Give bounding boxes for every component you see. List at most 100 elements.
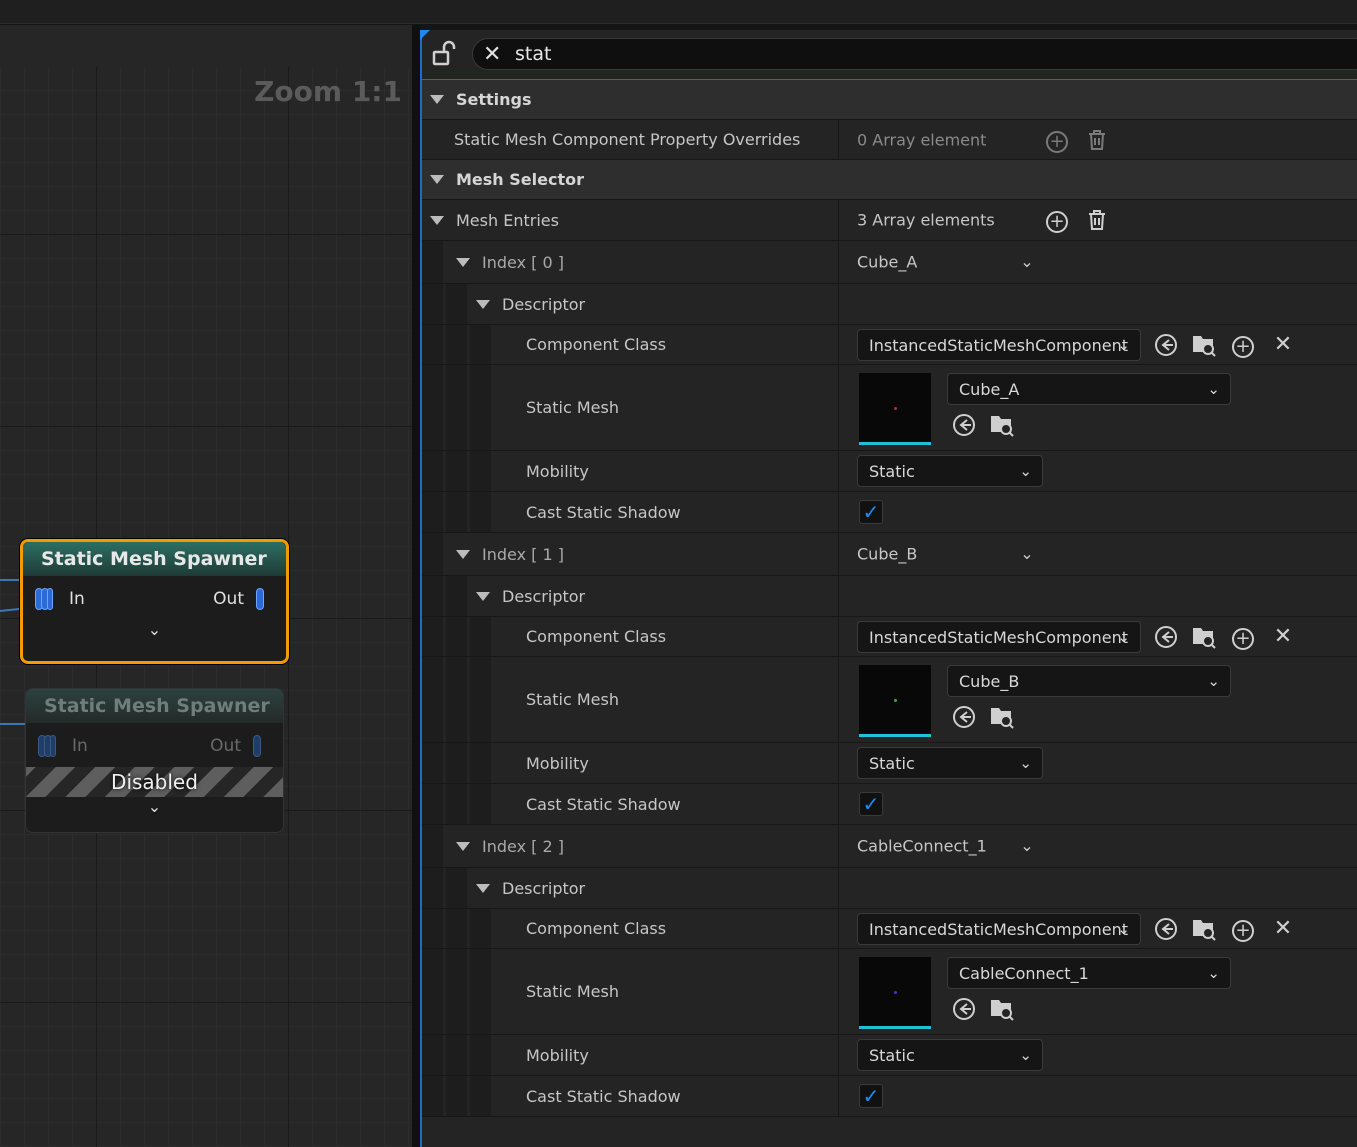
panel-splitter[interactable] [412,25,420,1147]
browse-icon[interactable] [1191,332,1217,358]
collapse-triangle-icon [430,175,444,184]
input-pin[interactable]: In [35,586,85,612]
top-toolbar [0,0,1357,24]
pin-icon [251,733,265,759]
property-label: Static Mesh [526,690,619,709]
static-mesh-dropdown[interactable]: Cube_A ⌄ [947,373,1231,405]
chevron-down-icon[interactable]: ⌄ [1015,542,1039,566]
clear-icon[interactable]: ✕ [1271,916,1295,941]
add-icon[interactable]: + [1231,625,1255,650]
component-class-row: Component Class InstancedStaticMeshCompo… [422,617,1357,657]
node-title: Static Mesh Spawner [26,689,283,723]
output-pin-label: Out [210,736,241,756]
browse-icon[interactable] [1191,624,1217,650]
mobility-row: Mobility Static ⌄ [422,451,1357,492]
collapse-triangle-icon [456,257,470,267]
cast-static-shadow-checkbox[interactable]: ✓ [859,792,883,816]
output-pin-label: Out [213,589,244,609]
collapse-triangle-icon [456,549,470,559]
browse-icon[interactable] [989,704,1015,730]
chevron-down-icon[interactable]: ⌄ [1015,250,1039,274]
input-pin-label: In [72,736,88,756]
property-row: Static Mesh Component Property Overrides… [422,120,1357,160]
collapse-triangle-icon [476,591,490,601]
component-class-dropdown[interactable]: InstancedStaticMeshComponent ⌄ [857,913,1141,945]
use-selected-icon[interactable] [1153,916,1179,942]
chevron-down-icon[interactable]: ⌄ [1015,834,1039,858]
property-row-mesh-entries[interactable]: Mesh Entries 3 Array elements + [422,200,1357,241]
property-label: Mobility [526,1045,589,1065]
node-static-mesh-spawner-disabled[interactable]: Static Mesh Spawner In Out Disabled ⌄ [25,688,284,833]
add-icon[interactable]: + [1231,333,1255,358]
mobility-dropdown[interactable]: Static ⌄ [857,455,1043,487]
expand-chevron-icon[interactable]: ⌄ [26,797,283,817]
property-list: Settings Static Mesh Component Property … [422,80,1357,1117]
graph-header-strip [0,25,412,67]
expand-chevron-icon[interactable]: ⌄ [23,620,286,640]
descriptor-row[interactable]: Descriptor [422,284,1357,325]
search-text: stat [515,43,552,65]
output-pin[interactable]: Out [210,733,265,759]
array-index-row[interactable]: Index [ 1 ] Cube_B ⌄ [422,533,1357,576]
add-icon[interactable]: + [1231,917,1255,942]
use-selected-icon[interactable] [951,704,977,730]
property-label: Static Mesh Component Property Overrides [454,130,801,149]
pin-icon [254,586,268,612]
property-label: Component Class [526,335,667,354]
mesh-thumbnail[interactable] [859,665,931,737]
cast-static-shadow-checkbox[interactable]: ✓ [859,500,883,524]
input-pin-label: In [69,589,85,609]
array-index-row[interactable]: Index [ 2 ] CableConnect_1 ⌄ [422,825,1357,868]
use-selected-icon[interactable] [1153,332,1179,358]
component-class-row: Component Class InstancedStaticMeshCompo… [422,325,1357,365]
cast-static-shadow-row: Cast Static Shadow ✓ [422,492,1357,533]
descriptor-row[interactable]: Descriptor [422,576,1357,617]
entry-name: Cube_B [857,544,918,564]
category-settings[interactable]: Settings [422,80,1357,120]
mobility-dropdown[interactable]: Static ⌄ [857,1039,1043,1071]
output-pin[interactable]: Out [213,586,268,612]
unlock-icon[interactable] [432,40,456,68]
search-input[interactable]: ✕ stat [472,38,1357,70]
trash-icon[interactable] [1085,208,1109,232]
browse-icon[interactable] [989,412,1015,438]
graph-canvas[interactable]: Zoom 1:1 Static Mesh Spawner In Out ⌄ St… [0,25,412,1147]
chevron-down-icon: ⌄ [1019,754,1032,772]
node-static-mesh-spawner[interactable]: Static Mesh Spawner In Out ⌄ [20,539,289,664]
collapse-triangle-icon [430,95,444,104]
input-pin[interactable]: In [38,733,88,759]
use-selected-icon[interactable] [951,412,977,438]
category-mesh-selector[interactable]: Mesh Selector [422,160,1357,200]
array-index-row[interactable]: Index [ 0 ] Cube_A ⌄ [422,241,1357,284]
static-mesh-dropdown[interactable]: CableConnect_1 ⌄ [947,957,1231,989]
browse-icon[interactable] [1191,916,1217,942]
property-label: Static Mesh [526,398,619,417]
cast-static-shadow-checkbox[interactable]: ✓ [859,1084,883,1108]
property-label: Component Class [526,919,667,938]
property-label: Cast Static Shadow [526,1086,681,1106]
add-element-icon[interactable]: + [1045,128,1069,153]
chevron-down-icon: ⌄ [1207,672,1220,690]
use-selected-icon[interactable] [951,996,977,1022]
property-label: Mobility [526,753,589,773]
chevron-down-icon: ⌄ [1117,336,1130,354]
descriptor-row[interactable]: Descriptor [422,868,1357,909]
component-class-row: Component Class InstancedStaticMeshCompo… [422,909,1357,949]
mobility-dropdown[interactable]: Static ⌄ [857,747,1043,779]
mesh-thumbnail[interactable] [859,957,931,1029]
static-mesh-dropdown[interactable]: Cube_B ⌄ [947,665,1231,697]
component-class-dropdown[interactable]: InstancedStaticMeshComponent ⌄ [857,329,1141,361]
chevron-down-icon: ⌄ [1207,964,1220,982]
component-class-dropdown[interactable]: InstancedStaticMeshComponent ⌄ [857,621,1141,653]
use-selected-icon[interactable] [1153,624,1179,650]
add-element-icon[interactable]: + [1045,208,1069,233]
trash-icon[interactable] [1085,128,1109,152]
mesh-preview-dot [894,991,897,994]
clear-search-icon[interactable]: ✕ [483,44,503,66]
clear-icon[interactable]: ✕ [1271,332,1295,357]
mesh-thumbnail[interactable] [859,373,931,445]
clear-icon[interactable]: ✕ [1271,624,1295,649]
panel-corner-marker [420,30,430,40]
browse-icon[interactable] [989,996,1015,1022]
chevron-down-icon: ⌄ [1207,380,1220,398]
